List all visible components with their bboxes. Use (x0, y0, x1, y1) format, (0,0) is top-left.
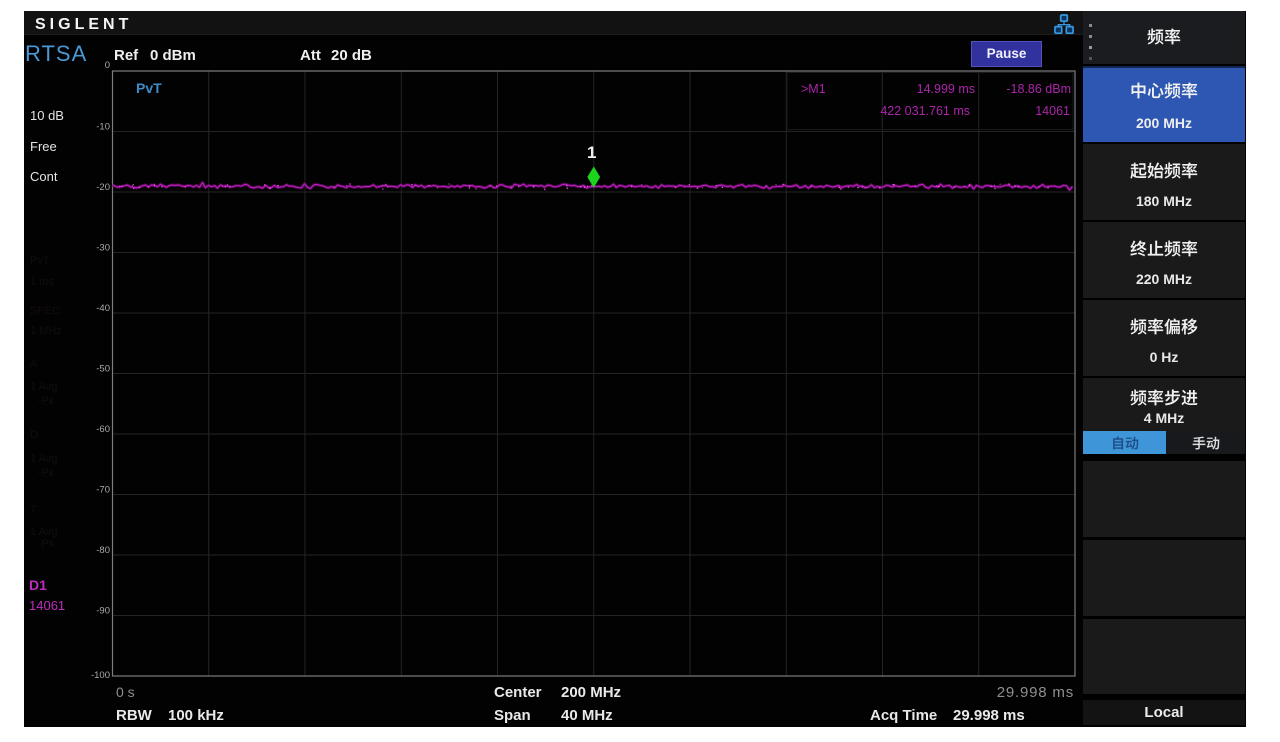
svg-text:PvT: PvT (136, 80, 162, 96)
svg-text:-10: -10 (96, 122, 110, 133)
svg-text:-50: -50 (96, 364, 110, 375)
svg-text:200 MHz: 200 MHz (561, 684, 621, 701)
svg-text:Span: Span (494, 707, 531, 724)
svg-text:-80: -80 (96, 545, 110, 556)
svg-text:-60: -60 (96, 424, 110, 435)
svg-text:-70: -70 (96, 485, 110, 496)
svg-text:RBW: RBW (116, 707, 153, 724)
svg-text:40 MHz: 40 MHz (561, 707, 613, 724)
svg-text:422 031.761 ms: 422 031.761 ms (880, 104, 970, 118)
svg-text:29.998 ms: 29.998 ms (953, 707, 1025, 724)
svg-text:-30: -30 (96, 243, 110, 254)
svg-text:0: 0 (105, 60, 110, 71)
svg-text:100 kHz: 100 kHz (168, 707, 224, 724)
svg-text:29.998 ms: 29.998 ms (997, 684, 1074, 701)
svg-text:>M1: >M1 (801, 82, 826, 96)
svg-text:-18.86 dBm: -18.86 dBm (1006, 82, 1071, 96)
svg-text:-20: -20 (96, 182, 110, 193)
svg-text:14061: 14061 (1035, 104, 1070, 118)
svg-text:Acq Time: Acq Time (870, 707, 937, 724)
svg-text:14.999 ms: 14.999 ms (917, 82, 975, 96)
svg-text:-40: -40 (96, 303, 110, 314)
svg-text:Center: Center (494, 684, 542, 701)
svg-text:1: 1 (587, 143, 596, 162)
svg-text:-90: -90 (96, 606, 110, 617)
svg-text:0 s: 0 s (116, 684, 135, 700)
svg-text:-100: -100 (91, 670, 110, 681)
